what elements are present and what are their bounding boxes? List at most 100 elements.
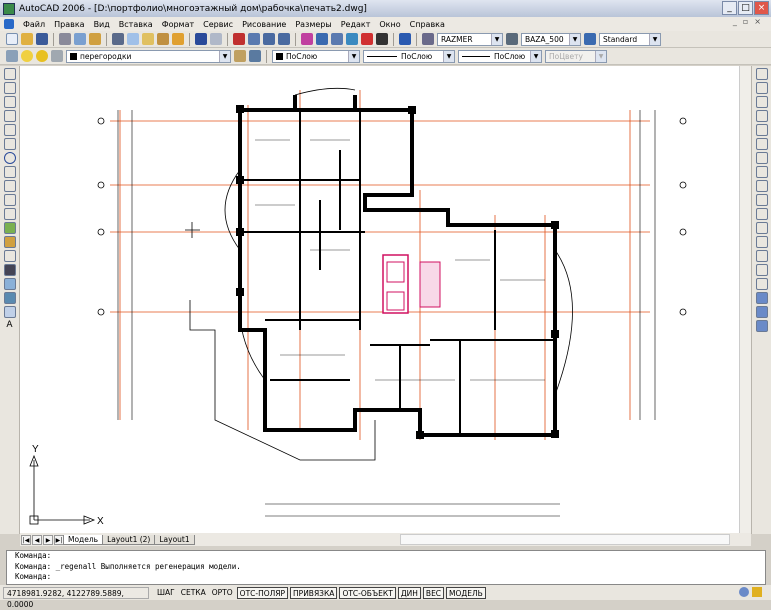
make-block-icon[interactable] xyxy=(3,236,16,248)
line-icon[interactable] xyxy=(3,68,16,80)
mirror-icon[interactable] xyxy=(755,96,768,108)
command-window[interactable]: Команда: Команда: _regenall Выполняется … xyxy=(6,550,766,585)
tool-palettes-icon[interactable] xyxy=(331,33,343,45)
ortho-toggle[interactable]: ОРТО xyxy=(210,587,235,599)
communication-center-icon[interactable] xyxy=(739,587,749,597)
construction-line-icon[interactable] xyxy=(3,82,16,94)
hatch-icon[interactable] xyxy=(3,264,16,276)
drawing-area[interactable]: Y X xyxy=(20,66,751,533)
model-toggle[interactable]: МОДЕЛЬ xyxy=(446,586,486,599)
draw-order-icon[interactable] xyxy=(755,292,768,304)
table-icon[interactable] xyxy=(3,306,16,318)
explode-icon[interactable] xyxy=(755,278,768,290)
arc-icon[interactable] xyxy=(3,138,16,150)
circle-icon[interactable] xyxy=(3,152,16,164)
offset-icon[interactable] xyxy=(755,110,768,122)
revision-cloud-icon[interactable] xyxy=(3,166,16,178)
snap-toggle[interactable]: ШАГ xyxy=(155,587,177,599)
fillet-icon[interactable] xyxy=(755,264,768,276)
join-icon[interactable] xyxy=(755,236,768,248)
maximize-button[interactable]: □ xyxy=(738,1,753,15)
polar-toggle[interactable]: ОТС-ПОЛЯР xyxy=(236,586,289,599)
copy-object-icon[interactable] xyxy=(755,82,768,94)
rectangle-icon[interactable] xyxy=(3,124,16,136)
paste-icon[interactable] xyxy=(142,33,154,45)
minimize-button[interactable]: _ xyxy=(722,1,737,15)
save-icon[interactable] xyxy=(36,33,48,45)
help-icon[interactable] xyxy=(399,33,411,45)
grid-toggle[interactable]: СЕТКА xyxy=(179,587,208,599)
linetype-select[interactable]: ПоСлою ▼ xyxy=(363,49,455,63)
break-icon[interactable] xyxy=(755,222,768,234)
spline-icon[interactable] xyxy=(3,180,16,192)
prev-tab-button[interactable]: ◀ xyxy=(32,534,42,545)
undo-icon[interactable] xyxy=(195,33,207,45)
tab-layout1[interactable]: Layout1 xyxy=(154,534,195,545)
print-icon[interactable] xyxy=(59,33,71,45)
point-icon[interactable] xyxy=(3,250,16,262)
lock-icon[interactable] xyxy=(752,587,762,597)
match-properties-icon[interactable] xyxy=(157,33,169,45)
vertical-scrollbar[interactable] xyxy=(739,66,751,533)
otrack-toggle[interactable]: ОТС-ОБЪЕКТ xyxy=(339,586,396,599)
ellipse-arc-icon[interactable] xyxy=(3,208,16,220)
menu-file[interactable]: Файл xyxy=(23,20,45,29)
zoom-window-icon[interactable] xyxy=(263,33,275,45)
copy-icon[interactable] xyxy=(127,33,139,45)
polyline-icon[interactable] xyxy=(3,96,16,108)
layer-previous-icon[interactable] xyxy=(249,50,261,62)
send-back-icon[interactable] xyxy=(755,320,768,332)
stretch-icon[interactable] xyxy=(755,180,768,192)
pan-icon[interactable] xyxy=(233,33,245,45)
region-icon[interactable] xyxy=(3,292,16,304)
layer-manager-icon[interactable] xyxy=(6,50,18,62)
sheet-set-icon[interactable] xyxy=(346,33,358,45)
tab-model[interactable]: Модель xyxy=(63,534,104,545)
publish-icon[interactable] xyxy=(89,33,101,45)
zoom-previous-icon[interactable] xyxy=(278,33,290,45)
markup-icon[interactable] xyxy=(361,33,373,45)
make-current-layer-icon[interactable] xyxy=(234,50,246,62)
array-icon[interactable] xyxy=(755,124,768,136)
plot-preview-icon[interactable] xyxy=(74,33,86,45)
menu-draw[interactable]: Рисование xyxy=(242,20,286,29)
bring-front-icon[interactable] xyxy=(755,306,768,318)
table-style-select[interactable]: Standard ▼ xyxy=(599,32,661,46)
menu-view[interactable]: Вид xyxy=(94,20,110,29)
move-icon[interactable] xyxy=(755,138,768,150)
block-editor-icon[interactable] xyxy=(172,33,184,45)
multiline-text-icon[interactable]: A xyxy=(4,320,16,332)
text-style-select[interactable]: RAZMER ▼ xyxy=(437,32,503,46)
osnap-toggle[interactable]: ПРИВЯЗКА xyxy=(290,586,338,599)
design-center-icon[interactable] xyxy=(316,33,328,45)
menu-edit[interactable]: Правка xyxy=(54,20,84,29)
menu-insert[interactable]: Вставка xyxy=(119,20,153,29)
color-select[interactable]: ПоСлою ▼ xyxy=(272,49,360,63)
polygon-icon[interactable] xyxy=(3,110,16,122)
menu-format[interactable]: Формат xyxy=(162,20,194,29)
properties-icon[interactable] xyxy=(301,33,313,45)
scale-icon[interactable] xyxy=(755,166,768,178)
next-tab-button[interactable]: ▶ xyxy=(43,534,53,545)
menu-window[interactable]: Окно xyxy=(379,20,400,29)
horizontal-scrollbar[interactable] xyxy=(400,534,730,545)
calculator-icon[interactable] xyxy=(376,33,388,45)
trim-icon[interactable] xyxy=(755,194,768,206)
erase-icon[interactable] xyxy=(755,68,768,80)
command-prompt[interactable]: Команда: xyxy=(15,572,765,583)
document-window-controls[interactable]: _▫× xyxy=(733,17,767,26)
close-button[interactable]: × xyxy=(754,1,769,15)
menu-help[interactable]: Справка xyxy=(410,20,445,29)
ellipse-icon[interactable] xyxy=(3,194,16,206)
menu-modify[interactable]: Редакт xyxy=(341,20,371,29)
dyn-toggle[interactable]: ДИН xyxy=(397,586,421,599)
extend-icon[interactable] xyxy=(755,208,768,220)
lweight-toggle[interactable]: ВЕС xyxy=(422,586,445,599)
layer-select[interactable]: перегородки ▼ xyxy=(66,49,231,63)
dim-style-select[interactable]: BAZA_500 ▼ xyxy=(521,32,581,46)
tab-layout1-2[interactable]: Layout1 (2) xyxy=(102,534,156,545)
insert-block-icon[interactable] xyxy=(3,222,16,234)
zoom-realtime-icon[interactable] xyxy=(248,33,260,45)
coordinates-readout[interactable]: 4718981.9282, 4122789.5889, 0.0000 xyxy=(3,586,149,609)
rotate-icon[interactable] xyxy=(755,152,768,164)
